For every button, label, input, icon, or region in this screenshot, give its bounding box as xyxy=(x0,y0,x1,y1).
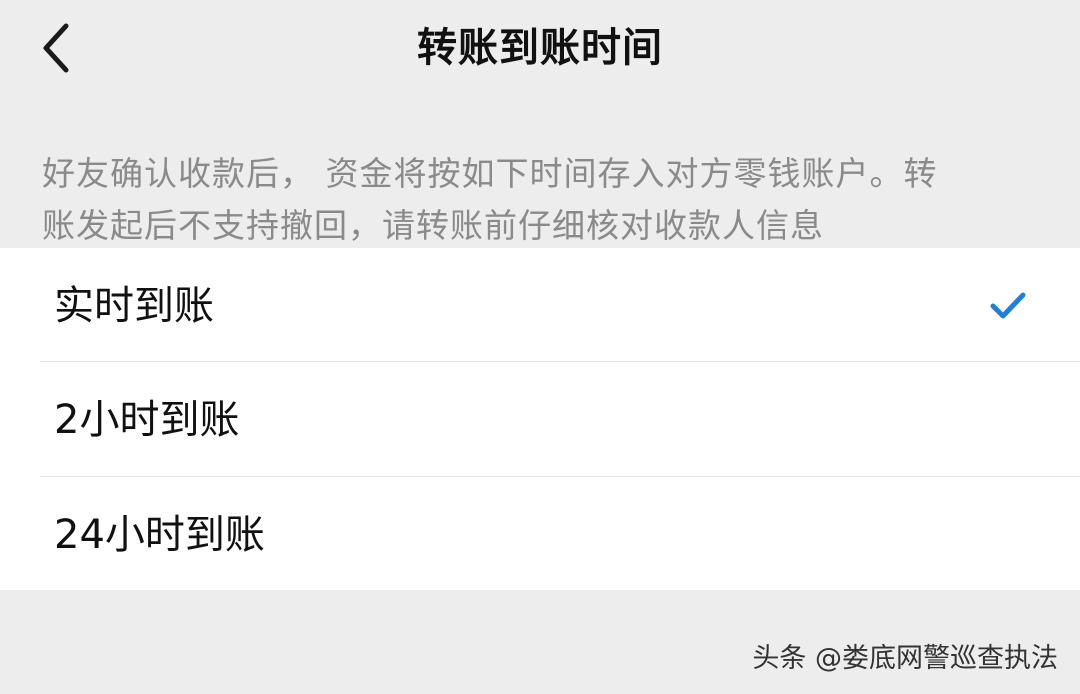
option-realtime[interactable]: 实时到账 xyxy=(0,248,1080,362)
check-icon xyxy=(990,292,1026,319)
watermark: 头条 @娄底网警巡查执法 xyxy=(752,643,1058,674)
notice-line-1: 好友确认收款后， 资金将按如下时间存入对方零钱账户。转 xyxy=(42,154,938,193)
option-2-hours[interactable]: 2小时到账 xyxy=(0,362,1080,476)
option-label: 2小时到账 xyxy=(54,397,240,443)
nav-bar: 转账到账时间 xyxy=(0,0,1080,100)
transfer-notice: 好友确认收款后， 资金将按如下时间存入对方零钱账户。转 账发起后不支持撤回，请转… xyxy=(42,148,1042,252)
page-title: 转账到账时间 xyxy=(417,25,663,71)
option-24-hours[interactable]: 24小时到账 xyxy=(0,477,1080,591)
notice-line-2: 账发起后不支持撤回，请转账前仔细核对收款人信息 xyxy=(42,206,824,245)
option-label: 24小时到账 xyxy=(54,512,265,558)
option-label: 实时到账 xyxy=(54,283,214,329)
arrival-time-options: 实时到账 2小时到账 24小时到账 xyxy=(0,248,1080,590)
